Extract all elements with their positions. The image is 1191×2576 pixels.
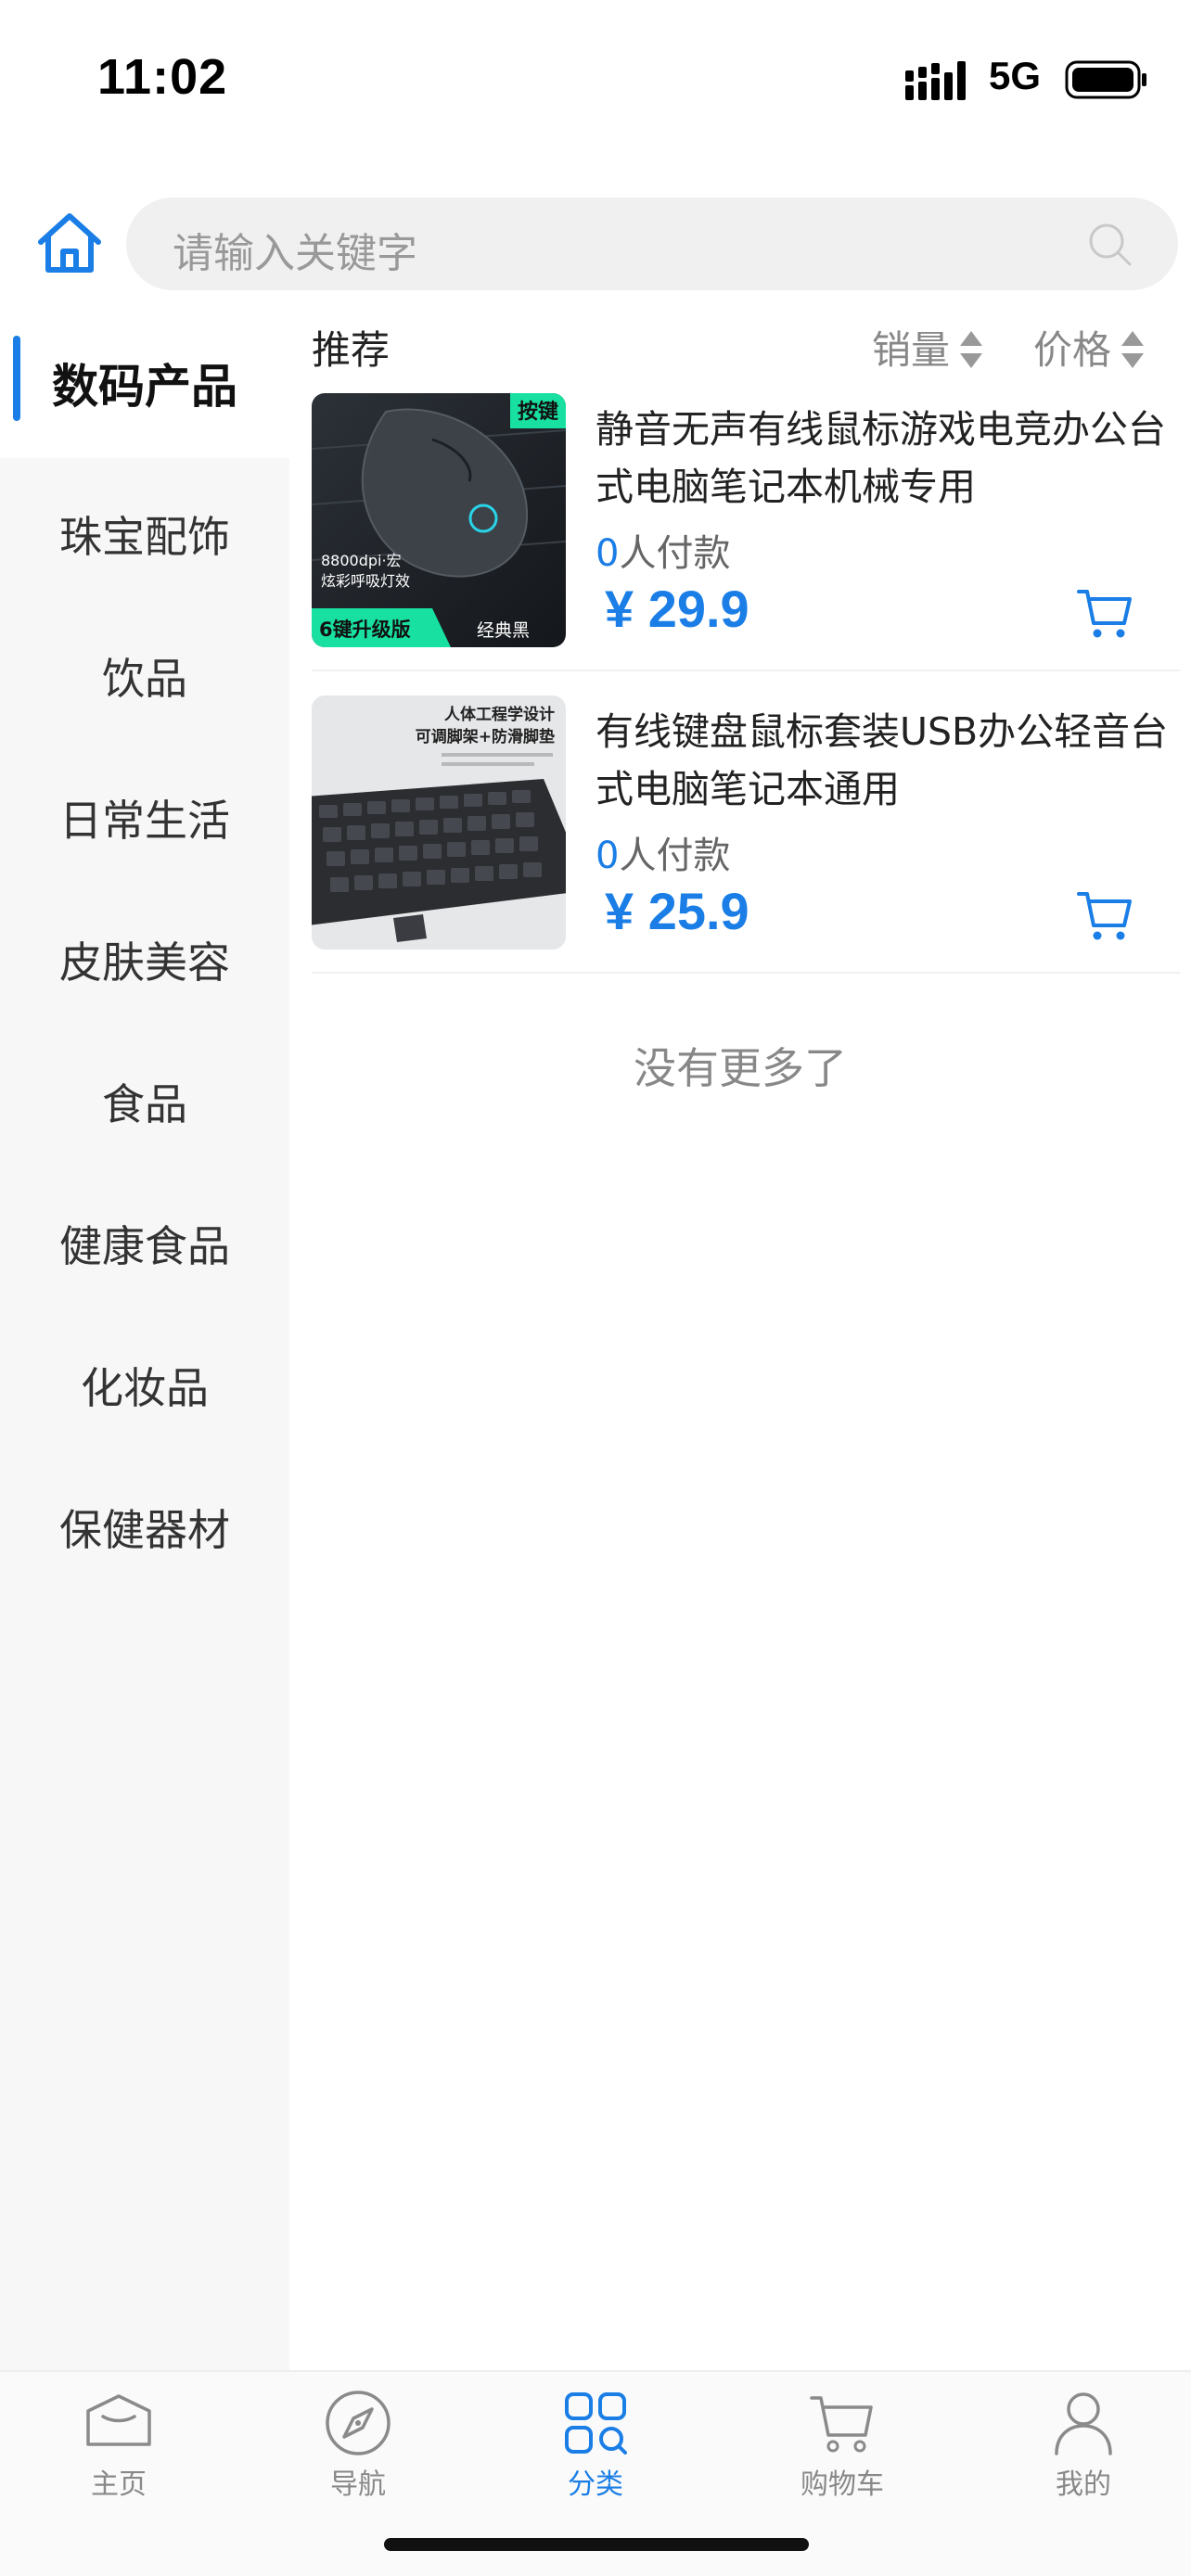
sidebar-item-daily-life[interactable]: 日常生活	[0, 749, 289, 892]
tab-navigation[interactable]: 导航	[275, 2389, 442, 2528]
sort-price-label: 价格	[1033, 327, 1112, 373]
tab-profile-label: 我的	[1056, 2468, 1111, 2501]
signal-icon	[905, 61, 966, 100]
home-icon[interactable]	[35, 209, 104, 277]
sidebar-item-skincare[interactable]: 皮肤美容	[0, 891, 289, 1034]
add-to-cart-icon[interactable]	[1076, 886, 1133, 944]
tab-profile[interactable]: 我的	[1000, 2389, 1167, 2528]
sold-suffix: 人付款	[619, 532, 731, 575]
tab-category[interactable]: 分类	[512, 2389, 679, 2528]
network-type: 5G	[989, 54, 1042, 97]
sort-arrows-icon	[960, 330, 983, 368]
product-title: 有线键盘鼠标套装USB办公轻音台式电脑笔记本通用	[596, 709, 1169, 811]
status-time: 11:02	[97, 49, 228, 105]
battery-icon	[1065, 60, 1146, 99]
sort-recommend[interactable]: 推荐	[312, 319, 390, 376]
sort-arrows-icon	[1121, 330, 1145, 368]
category-grid-icon	[565, 2392, 627, 2455]
sidebar-item-food[interactable]: 食品	[0, 1033, 289, 1176]
image-line-1: 人体工程学设计	[444, 705, 555, 724]
image-badge: 按键	[518, 400, 558, 424]
search-input[interactable]: 请输入关键字	[126, 198, 1178, 290]
no-more-text: 没有更多了	[634, 1043, 847, 1093]
image-spec-2: 炫彩呼吸灯效	[321, 572, 410, 590]
image-spec-1: 8800dpi·宏	[321, 552, 402, 569]
image-tag-dark: 经典黑	[477, 620, 530, 641]
home-indicator	[384, 2538, 809, 2551]
sidebar-item-jewelry[interactable]: 珠宝配饰	[0, 465, 289, 608]
compass-icon	[326, 2391, 391, 2455]
cart-icon	[810, 2396, 873, 2453]
tab-navigation-label: 导航	[330, 2468, 386, 2501]
image-line-2: 可调脚架+防滑脚垫	[416, 727, 555, 746]
home-hat-icon	[86, 2394, 151, 2446]
sidebar-item-digital[interactable]: 数码产品	[0, 315, 289, 458]
sidebar-item-health-food[interactable]: 健康食品	[0, 1175, 289, 1318]
product-price: ¥ 29.9	[605, 580, 749, 638]
sort-sales-label: 销量	[872, 327, 951, 373]
sold-count: 0	[596, 835, 620, 877]
sidebar-item-cosmetics[interactable]: 化妆品	[0, 1317, 289, 1460]
search-icon[interactable]	[1087, 222, 1133, 268]
product-price: ¥ 25.9	[605, 882, 749, 940]
sidebar-item-health-equipment[interactable]: 保健器材	[0, 1459, 289, 1601]
sidebar-item-drinks[interactable]: 饮品	[0, 607, 289, 750]
product-item[interactable]: 按键 8800dpi·宏 炫彩呼吸灯效 6键升级版 经典黑 静音无声有线鼠标游戏…	[312, 393, 1180, 671]
image-tag-green: 6键升级版	[319, 618, 411, 641]
sold-suffix: 人付款	[619, 835, 731, 877]
product-image-mouse: 按键 8800dpi·宏 炫彩呼吸灯效 6键升级版 经典黑	[312, 393, 566, 647]
product-sold: 0人付款	[596, 825, 730, 879]
sort-sales[interactable]: 销量	[872, 319, 983, 376]
sold-count: 0	[596, 532, 620, 575]
status-bar: 11:02 5G	[0, 0, 1191, 167]
tab-cart-label: 购物车	[800, 2468, 884, 2501]
product-image-keyboard: 人体工程学设计 可调脚架+防滑脚垫	[312, 695, 566, 950]
tab-cart[interactable]: 购物车	[759, 2389, 926, 2528]
category-sidebar: 数码产品 珠宝配饰 饮品 日常生活 皮肤美容 食品 健康食品 化妆品 保健器材	[0, 315, 289, 2370]
product-sold: 0人付款	[596, 523, 730, 577]
add-to-cart-icon[interactable]	[1076, 584, 1133, 642]
product-item[interactable]: 人体工程学设计 可调脚架+防滑脚垫 有线键盘鼠标套装USB办公轻音台式电脑笔记本…	[312, 695, 1180, 974]
user-icon	[1055, 2392, 1112, 2455]
tab-home-label: 主页	[91, 2468, 147, 2501]
tab-category-label: 分类	[568, 2468, 623, 2501]
sort-price[interactable]: 价格	[1033, 319, 1145, 376]
product-title: 静音无声有线鼠标游戏电竞办公台式电脑笔记本机械专用	[596, 407, 1166, 509]
tab-home[interactable]: 主页	[35, 2389, 202, 2528]
search-placeholder: 请输入关键字	[173, 230, 417, 277]
